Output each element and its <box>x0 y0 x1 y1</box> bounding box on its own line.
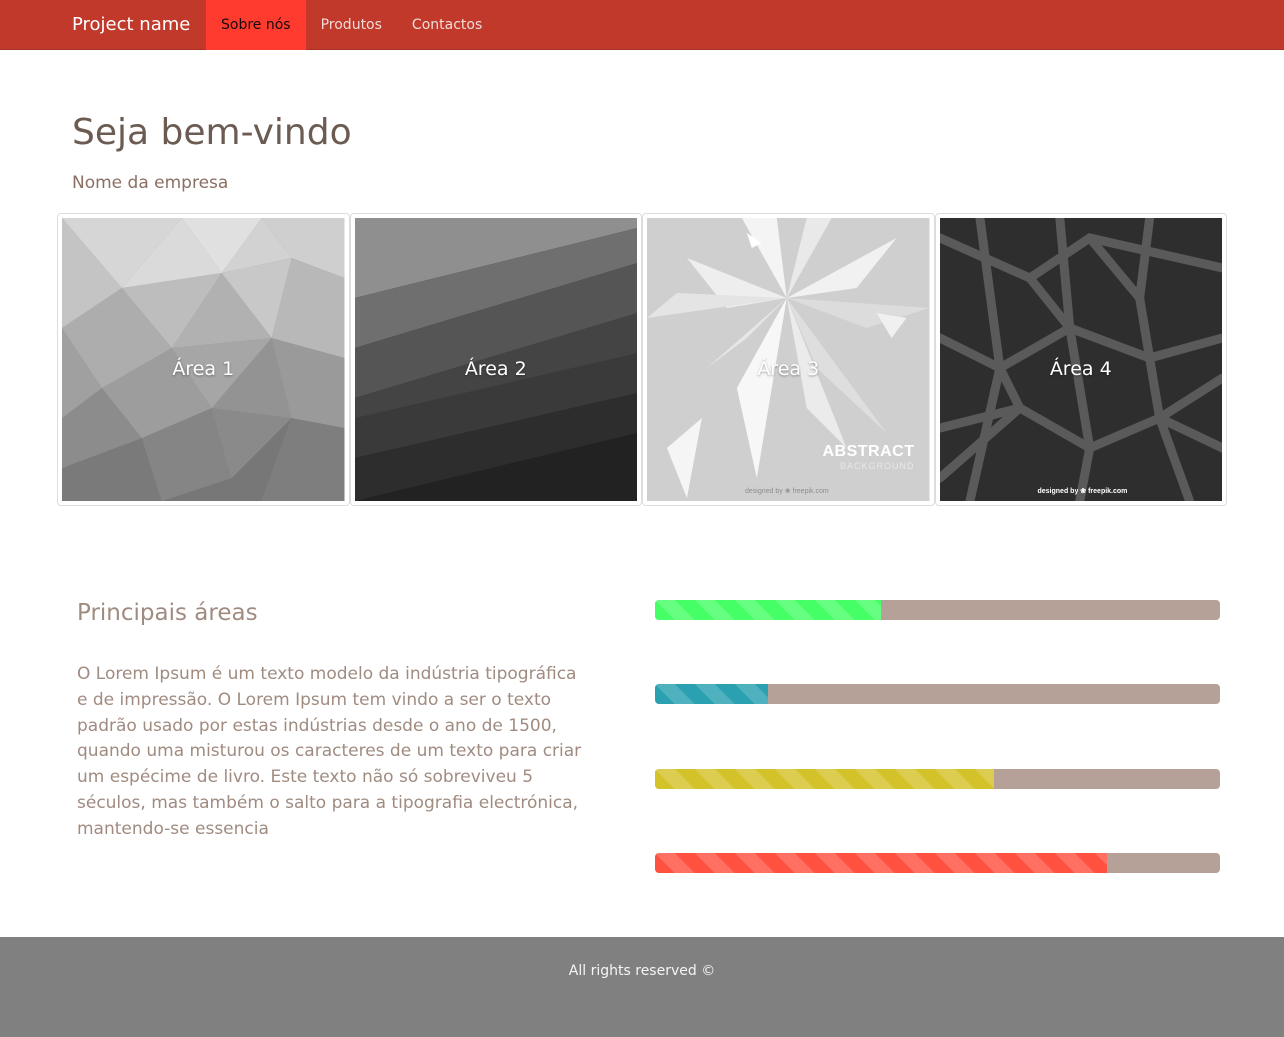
navbar: Project name Sobre nós Produtos Contacto… <box>0 0 1284 50</box>
footer-copyright: All rights reserved © <box>568 963 716 979</box>
areas-heading: Principais áreas <box>77 600 258 626</box>
brand-link[interactable]: Project name <box>72 14 190 35</box>
progress-bar-4-fill <box>655 853 1107 873</box>
area-tile-2[interactable]: Área 2 <box>349 213 642 506</box>
areas-description: O Lorem Ipsum é um texto modelo da indús… <box>77 664 582 839</box>
abstract-watermark-sub: BACKGROUND <box>839 461 915 471</box>
page-title: Seja bem-vindo <box>72 112 352 153</box>
area-tile-4[interactable]: Área 4 designed by ❀ freepik.com <box>934 213 1227 506</box>
nav-item-contactos[interactable]: Contactos <box>397 0 497 50</box>
area-4-image: Área 4 designed by ❀ freepik.com <box>939 218 1222 501</box>
progress-bar-1 <box>655 600 1220 620</box>
abstract-watermark-title: ABSTRACT <box>822 443 915 460</box>
area-2-image: Área 2 <box>354 218 637 501</box>
area-2-label: Área 2 <box>464 357 527 380</box>
area-3-image: Área 3 ABSTRACT BACKGROUND designed by ❀… <box>647 218 930 501</box>
nav-menu: Sobre nós Produtos Contactos <box>206 0 497 50</box>
progress-bar-3-fill <box>655 769 994 789</box>
area-tiles: Área 1 Área 2 Área 3 ABSTRACT BACKGROUND… <box>57 213 1227 506</box>
area-tile-3[interactable]: Área 3 ABSTRACT BACKGROUND designed by ❀… <box>642 213 935 506</box>
progress-bar-4 <box>655 853 1220 873</box>
area-3-label: Área 3 <box>757 357 820 380</box>
company-name: Nome da empresa <box>72 173 229 193</box>
abstract-watermark: ABSTRACT BACKGROUND <box>823 443 915 471</box>
footer: All rights reserved © <box>0 937 1284 1037</box>
progress-bar-3 <box>655 769 1220 789</box>
area-4-credit: designed by ❀ freepik.com <box>1037 488 1128 495</box>
area-3-credit: designed by ❀ freepik.com <box>745 488 829 495</box>
area-tile-1[interactable]: Área 1 <box>57 213 350 506</box>
nav-item-sobre-nos[interactable]: Sobre nós <box>206 0 306 50</box>
progress-bar-1-fill <box>655 600 881 620</box>
nav-item-produtos[interactable]: Produtos <box>306 0 397 50</box>
area-4-label: Área 4 <box>1049 357 1112 380</box>
area-1-label: Área 1 <box>172 357 235 380</box>
progress-bar-2-fill <box>655 684 768 704</box>
area-1-image: Área 1 <box>62 218 345 501</box>
progress-bar-2 <box>655 684 1220 704</box>
